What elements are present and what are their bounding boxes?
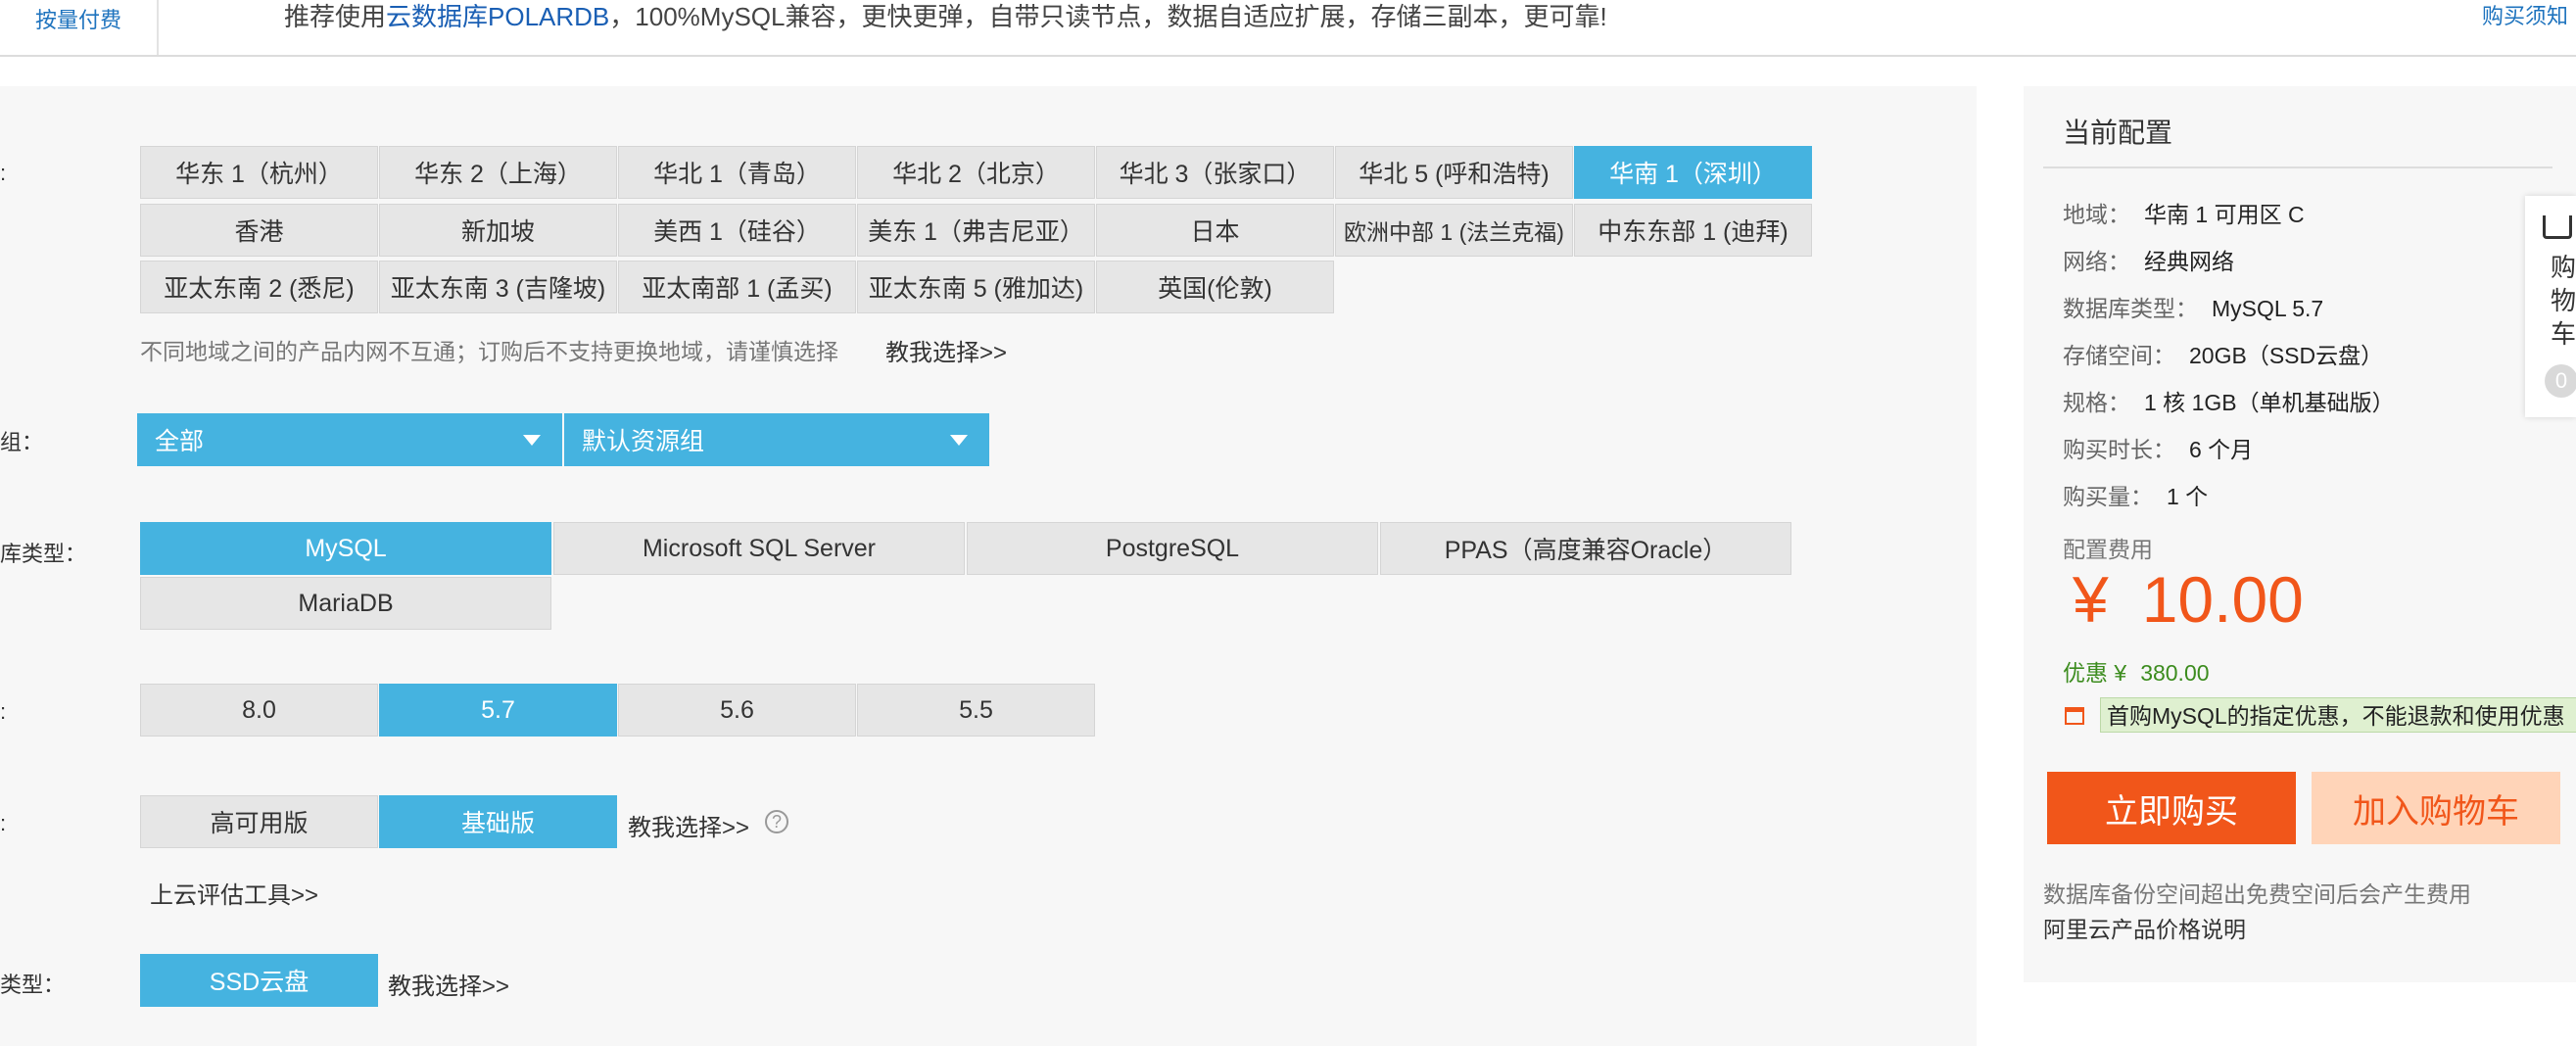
storage-teach-link[interactable]: 教我选择>>: [388, 967, 509, 1001]
buy-now-button[interactable]: 立即购买: [2047, 772, 2296, 844]
region-option[interactable]: 华东 1（杭州）: [140, 146, 378, 199]
price-explanation-link[interactable]: 阿里云产品价格说明: [2043, 911, 2246, 944]
region-teach-link[interactable]: 教我选择>>: [885, 333, 1007, 367]
config-row-storage: 存储空间： 20GB（SSD云盘）: [2063, 337, 2383, 370]
region-option[interactable]: 美西 1（硅谷）: [618, 204, 856, 257]
edition-option-selected[interactable]: 基础版: [379, 795, 617, 848]
region-hint: 不同地域之间的产品内网不互通；订购后不支持更换地域，请谨慎选择: [140, 339, 838, 364]
discount-value: 380.00: [2140, 660, 2210, 686]
edition-label: :: [0, 811, 7, 835]
help-icon[interactable]: ?: [765, 810, 788, 833]
tab-pay-as-you-go[interactable]: 按量付费: [0, 0, 159, 55]
backup-note: 数据库备份空间超出免费空间后会产生费用: [2043, 881, 2471, 907]
config-key: 购买时长：: [2063, 437, 2175, 462]
discount: 优惠 ¥ 380.00: [2063, 654, 2210, 688]
config-row-network: 网络： 经典网络: [2063, 243, 2234, 276]
region-option[interactable]: 亚太东南 2 (悉尼): [140, 261, 378, 313]
config-value: 华南 1 可用区 C: [2144, 202, 2305, 227]
current-config-panel: 当前配置 地域： 华南 1 可用区 C 网络： 经典网络 数据库类型： MySQL 5…: [2024, 86, 2576, 982]
region-option[interactable]: 新加坡: [379, 204, 617, 257]
db-type-option[interactable]: PostgreSQL: [967, 522, 1378, 575]
config-value: 1 个: [2167, 484, 2209, 509]
chevron-down-icon: [950, 435, 968, 446]
notice-prefix: 推荐使用: [284, 2, 387, 31]
version-label: :: [0, 699, 7, 724]
storage-type-label: 类型：: [0, 973, 66, 997]
resource-group-label: 组：: [0, 430, 44, 454]
region-option[interactable]: 亚太东南 3 (吉隆坡): [379, 261, 617, 313]
edition-teach-link[interactable]: 教我选择>>: [628, 808, 749, 842]
region-option[interactable]: 美东 1（弗吉尼亚）: [857, 204, 1095, 257]
version-option[interactable]: 5.5: [857, 684, 1095, 737]
storage-option-selected[interactable]: SSD云盘: [140, 954, 378, 1007]
db-type-option[interactable]: Microsoft SQL Server: [553, 522, 965, 575]
cart-icon: [2543, 215, 2572, 239]
config-value: 经典网络: [2144, 249, 2234, 274]
region-option[interactable]: 华北 2（北京）: [857, 146, 1095, 199]
config-row-db-type: 数据库类型： MySQL 5.7: [2063, 290, 2323, 323]
floating-cart[interactable]: 购物车 0: [2525, 196, 2576, 417]
top-notice-bar: 按量付费 推荐使用云数据库POLARDB，100%MySQL兼容，更快更弹，自带…: [0, 0, 2576, 57]
region-option[interactable]: 欧洲中部 1 (法兰克福): [1335, 204, 1573, 257]
region-option-selected[interactable]: 华南 1（深圳）: [1574, 146, 1812, 199]
config-row-quantity: 购买量： 1 个: [2063, 478, 2208, 511]
region-label: :: [0, 161, 7, 185]
currency-symbol: ¥: [2073, 563, 2109, 636]
price-value: 10.00: [2141, 563, 2304, 636]
config-value: 6 个月: [2189, 437, 2254, 462]
divider: [2043, 166, 2552, 168]
config-key: 规格：: [2063, 390, 2130, 415]
panel-title: 当前配置: [2063, 118, 2173, 148]
region-option[interactable]: 华北 1（青岛）: [618, 146, 856, 199]
polardb-link[interactable]: 云数据库POLARDB: [386, 2, 609, 31]
version-option[interactable]: 5.6: [618, 684, 856, 737]
version-option[interactable]: 8.0: [140, 684, 378, 737]
config-value: 1 核 1GB（单机基础版）: [2144, 390, 2395, 415]
purchase-notes-link[interactable]: 购买须知: [2482, 0, 2568, 33]
region-option[interactable]: 英国(伦敦): [1096, 261, 1334, 313]
region-option[interactable]: 日本: [1096, 204, 1334, 257]
db-type-label: 库类型：: [0, 542, 87, 566]
cart-label: 购物车: [2551, 253, 2576, 349]
region-option[interactable]: 香港: [140, 204, 378, 257]
region-option[interactable]: 华东 2（上海）: [379, 146, 617, 199]
region-option[interactable]: 华北 5 (呼和浩特): [1335, 146, 1573, 199]
resource-group-value: 全部: [155, 428, 205, 455]
notice-text: ，100%MySQL兼容，更快更弹，自带只读节点，数据自适应扩展，存储三副本，更…: [609, 2, 1607, 31]
config-key: 数据库类型：: [2063, 296, 2198, 321]
chevron-down-icon: [523, 435, 541, 446]
config-key: 地域：: [2063, 202, 2130, 227]
price: ¥10.00: [2073, 562, 2304, 637]
cart-count-badge: 0: [2545, 364, 2576, 398]
resource-group-select[interactable]: 全部: [137, 413, 562, 466]
region-option[interactable]: 亚太东南 5 (雅加达): [857, 261, 1095, 313]
fee-label: 配置费用: [2063, 537, 2153, 562]
region-option[interactable]: 中东东部 1 (迪拜): [1574, 204, 1812, 257]
resource-group-sub-value: 默认资源组: [582, 428, 705, 455]
config-panel: : 华东 1（杭州） 华东 2（上海） 华北 1（青岛） 华北 2（北京） 华北…: [0, 86, 1977, 1046]
config-key: 网络：: [2063, 249, 2130, 274]
config-row-duration: 购买时长： 6 个月: [2063, 431, 2253, 464]
gift-icon: [2065, 707, 2084, 725]
config-key: 存储空间：: [2063, 343, 2175, 368]
db-type-option-selected[interactable]: MySQL: [140, 522, 551, 575]
promo-badge: 首购MySQL的指定优惠，不能退款和使用优惠: [2100, 697, 2576, 733]
cloud-evaluation-tool-link[interactable]: 上云评估工具>>: [150, 876, 318, 910]
config-row-spec: 规格： 1 核 1GB（单机基础版）: [2063, 384, 2395, 417]
config-value: 20GB（SSD云盘）: [2189, 343, 2384, 368]
region-option[interactable]: 华北 3（张家口）: [1096, 146, 1334, 199]
discount-label: 优惠 ¥: [2063, 660, 2127, 686]
region-option[interactable]: 亚太南部 1 (孟买): [618, 261, 856, 313]
resource-group-sub-select[interactable]: 默认资源组: [564, 413, 989, 466]
db-type-option[interactable]: PPAS（高度兼容Oracle）: [1380, 522, 1791, 575]
add-to-cart-button[interactable]: 加入购物车: [2312, 772, 2560, 844]
promo-notice: 推荐使用云数据库POLARDB，100%MySQL兼容，更快更弹，自带只读节点，…: [284, 0, 1607, 33]
config-value: MySQL 5.7: [2212, 296, 2324, 321]
config-row-region: 地域： 华南 1 可用区 C: [2063, 196, 2305, 229]
db-type-option[interactable]: MariaDB: [140, 577, 551, 630]
edition-option[interactable]: 高可用版: [140, 795, 378, 848]
version-option-selected[interactable]: 5.7: [379, 684, 617, 737]
config-key: 购买量：: [2063, 484, 2153, 509]
